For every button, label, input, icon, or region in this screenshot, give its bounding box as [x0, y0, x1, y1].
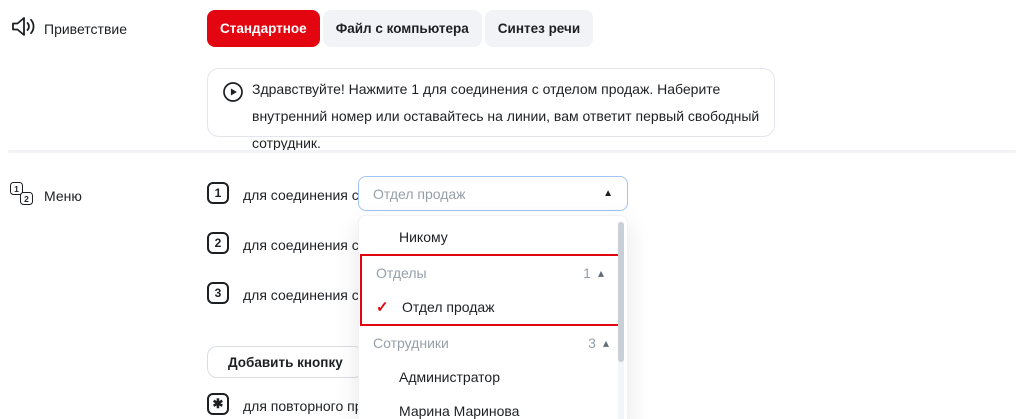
key-star-icon: ✱: [207, 393, 229, 415]
option-sales-department[interactable]: ✓ Отдел продаж: [362, 290, 622, 324]
destination-dropdown-panel: Никому Отделы 1 ▴ ✓ Отдел продаж Сотрудн…: [358, 215, 628, 419]
option-marina-marinova[interactable]: Марина Маринова: [359, 394, 627, 419]
key-3-icon: 3: [207, 282, 229, 304]
group-departments-count: 1: [583, 265, 591, 281]
greeting-message-box: Здравствуйте! Нажмите 1 для соединения с…: [207, 68, 775, 137]
group-employees-count: 3: [588, 335, 596, 351]
play-icon[interactable]: [222, 81, 244, 108]
tab-standard[interactable]: Стандартное: [207, 10, 320, 47]
menu-keys-icon: 1 2: [10, 179, 40, 209]
group-header-employees[interactable]: Сотрудники 3 ▴: [359, 326, 627, 360]
add-button[interactable]: Добавить кнопку: [207, 346, 364, 378]
departments-group-highlight: Отделы 1 ▴ ✓ Отдел продаж: [360, 254, 624, 326]
key-1-icon: 1: [207, 182, 229, 204]
group-employees-collapse-icon: ▴: [603, 336, 609, 350]
section-divider: [8, 150, 1016, 153]
group-departments-label: Отделы: [376, 265, 427, 281]
group-departments-collapse-icon: ▴: [598, 266, 604, 280]
option-sales-department-label: Отдел продаж: [402, 299, 495, 315]
greeting-message-text: Здравствуйте! Нажмите 1 для соединения с…: [252, 76, 764, 157]
group-header-departments[interactable]: Отделы 1 ▴: [362, 256, 622, 290]
group-employees-label: Сотрудники: [373, 335, 449, 351]
tab-file-from-computer[interactable]: Файл с компьютера: [323, 10, 482, 47]
greeting-section-label: Приветствие: [44, 21, 127, 37]
key-2-icon: 2: [207, 232, 229, 254]
ivr-settings-page: Приветствие Стандартное Файл с компьютер…: [0, 0, 1024, 419]
option-none[interactable]: Никому: [359, 220, 627, 254]
greeting-source-tabs: Стандартное Файл с компьютера Синтез реч…: [207, 10, 593, 47]
collapse-caret-icon: ▲: [603, 188, 613, 199]
dropdown-scrollbar-thumb[interactable]: [618, 222, 624, 362]
speaker-icon: [10, 14, 38, 44]
row-3-label: для соединения с: [243, 287, 359, 303]
row-2-label: для соединения с: [243, 237, 359, 253]
option-administrator[interactable]: Администратор: [359, 360, 627, 394]
destination-select-value: Отдел продаж: [373, 186, 603, 202]
tab-speech-synthesis[interactable]: Синтез речи: [485, 10, 593, 47]
selected-check-icon: ✓: [376, 298, 402, 316]
menu-section-label: Меню: [44, 188, 82, 204]
row-1-label: для соединения с: [243, 187, 359, 203]
destination-select[interactable]: Отдел продаж ▲: [358, 176, 628, 211]
